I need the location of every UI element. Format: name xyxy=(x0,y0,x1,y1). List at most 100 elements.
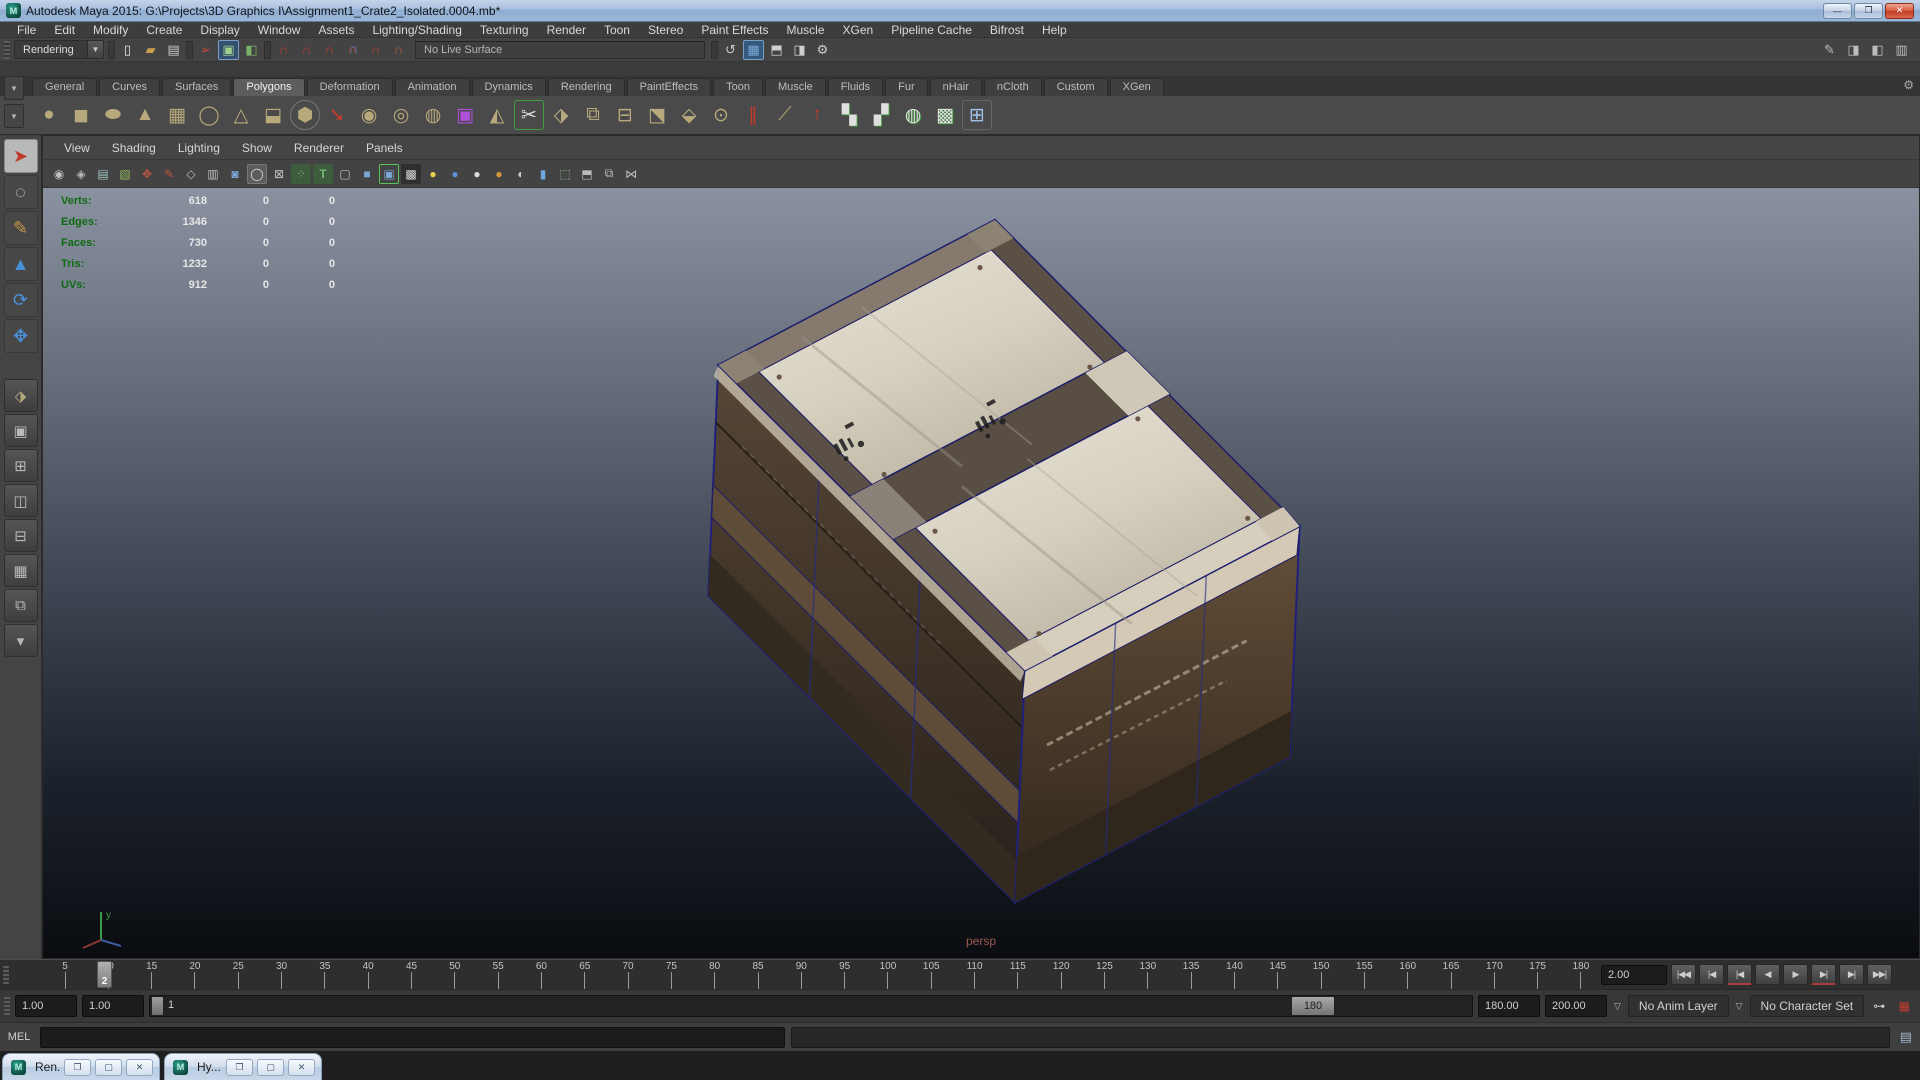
append-polygon-icon[interactable]: ⬗ xyxy=(546,100,576,130)
boolean-union-icon[interactable]: ◉ xyxy=(354,100,384,130)
toolbar-grip[interactable] xyxy=(3,966,9,984)
viewport-canvas[interactable]: Verts: 618 0 0 Edges: 1346 0 0 Faces: 73… xyxy=(43,188,1919,958)
playback-start-field[interactable]: 1.00 xyxy=(82,995,144,1017)
resolution-gate-icon[interactable]: ◙ xyxy=(225,164,245,184)
open-scene-icon[interactable]: ▰ xyxy=(140,40,161,60)
safe-action-icon[interactable]: ⁘ xyxy=(291,164,311,184)
boolean-intersection-icon[interactable]: ◍ xyxy=(418,100,448,130)
menu-item[interactable]: Window xyxy=(249,23,310,37)
menu-item[interactable]: Create xyxy=(137,23,191,37)
shelf-tab[interactable]: Dynamics xyxy=(472,78,546,96)
wireframe-display-icon[interactable]: ▢ xyxy=(335,164,355,184)
outliner-persp-layout-button[interactable]: ◫ xyxy=(4,484,38,517)
shelf-tab-menu-icon[interactable]: ▼ xyxy=(4,76,24,100)
isolate-select-icon[interactable]: ⬚ xyxy=(555,164,575,184)
bevel-icon[interactable]: ⬙ xyxy=(674,100,704,130)
four-pane-layout-button[interactable]: ⊞ xyxy=(4,449,38,482)
poly-sphere-icon[interactable]: ● xyxy=(34,100,64,130)
image-plane-icon[interactable]: ▧ xyxy=(115,164,135,184)
shelf-tab[interactable]: General xyxy=(32,78,97,96)
menu-item[interactable]: Render xyxy=(538,23,595,37)
poly-plane-icon[interactable]: ▦ xyxy=(162,100,192,130)
panel-menu-item[interactable]: Panels xyxy=(355,141,414,155)
safe-title-icon[interactable]: T xyxy=(313,164,333,184)
wireframe-on-shaded-icon[interactable]: ▣ xyxy=(379,164,399,184)
chevron-down-icon[interactable]: ▽ xyxy=(1734,1001,1745,1012)
step-forward-frame-button[interactable]: ▶| xyxy=(1839,964,1864,985)
toolbar-collapser[interactable] xyxy=(186,41,193,59)
title-bar[interactable]: M Autodesk Maya 2015: G:\Projects\3D Gra… xyxy=(0,0,1920,22)
live-surface-field[interactable]: No Live Surface xyxy=(415,41,705,59)
render-view-icon[interactable]: ▦ xyxy=(743,40,764,60)
auto-keyframe-toggle-icon[interactable]: ▦ xyxy=(1894,996,1914,1016)
toolbar-collapser[interactable] xyxy=(264,41,271,59)
go-to-end-button[interactable]: ▶▶| xyxy=(1867,964,1892,985)
anim-layer-selector[interactable]: No Anim Layer xyxy=(1628,995,1729,1017)
extract-icon[interactable]: ⬔ xyxy=(642,100,672,130)
scene-cube-icon[interactable]: ⬒ xyxy=(577,164,597,184)
shelf-tab[interactable]: XGen xyxy=(1110,78,1164,96)
grid-toggle-icon[interactable]: ◇ xyxy=(181,164,201,184)
move-tool[interactable]: ▲ xyxy=(4,247,38,281)
command-line-mode-label[interactable]: MEL xyxy=(4,1031,34,1043)
maximize-window-button[interactable]: ▢ xyxy=(257,1059,284,1076)
separate-icon[interactable]: ⊟ xyxy=(610,100,640,130)
paint-select-tool[interactable]: ✎ xyxy=(4,211,38,245)
shelf-tab[interactable]: Animation xyxy=(395,78,470,96)
poly-platonic-icon[interactable]: ⬢ xyxy=(290,100,320,130)
menu-item[interactable]: Stereo xyxy=(639,23,692,37)
step-forward-key-button[interactable]: ▶| xyxy=(1811,964,1836,985)
playback-end-field[interactable]: 180.00 xyxy=(1478,995,1540,1017)
split-edge-ring-icon[interactable]: ∥ xyxy=(738,100,768,130)
menu-item[interactable]: File xyxy=(8,23,45,37)
play-backwards-button[interactable]: ◀ xyxy=(1755,964,1780,985)
select-object-type-icon[interactable]: ▣ xyxy=(218,40,239,60)
toolbar-collapser[interactable] xyxy=(711,41,718,59)
lasso-select-tool[interactable]: ◌ xyxy=(4,175,38,209)
poly-cone-icon[interactable]: ▲ xyxy=(130,100,160,130)
create-polygon-tool-icon[interactable]: ➘ xyxy=(322,100,352,130)
character-set-selector[interactable]: No Character Set xyxy=(1750,995,1865,1017)
panel-share-icon[interactable]: ⋈ xyxy=(621,164,641,184)
interactive-split-icon[interactable]: ✂ xyxy=(514,100,544,130)
select-camera-icon[interactable]: ◉ xyxy=(49,164,69,184)
panel-menu-item[interactable]: View xyxy=(53,141,101,155)
attribute-editor-toggle-icon[interactable]: ◨ xyxy=(1843,40,1864,60)
boolean-difference-icon[interactable]: ◎ xyxy=(386,100,416,130)
plugin-shading-icon[interactable]: ▮ xyxy=(533,164,553,184)
step-back-key-button[interactable]: |◀ xyxy=(1727,964,1752,985)
film-gate-icon[interactable]: ▥ xyxy=(203,164,223,184)
gate-mask-icon[interactable]: ◯ xyxy=(247,164,267,184)
select-component-type-icon[interactable]: ◧ xyxy=(241,40,262,60)
camera-attributes-icon[interactable]: ◈ xyxy=(71,164,91,184)
uv-texture-editor-icon[interactable]: ⊞ xyxy=(962,100,992,130)
use-all-lights-icon[interactable]: ● xyxy=(423,164,443,184)
toolbar-grip[interactable] xyxy=(4,997,10,1015)
panel-menu-item[interactable]: Renderer xyxy=(283,141,355,155)
menu-item[interactable]: Texturing xyxy=(471,23,538,37)
persp-graph-layout-button[interactable]: ⊟ xyxy=(4,519,38,552)
snap-to-points-icon[interactable]: ∩ xyxy=(319,40,340,60)
poly-pipe-icon[interactable]: ⬓ xyxy=(258,100,288,130)
shelf-tab[interactable]: Deformation xyxy=(307,78,393,96)
shelf-tab[interactable]: Custom xyxy=(1044,78,1108,96)
make-live-icon[interactable]: ∩ xyxy=(388,40,409,60)
go-to-start-button[interactable]: |◀◀ xyxy=(1671,964,1696,985)
chevron-down-icon[interactable]: ▽ xyxy=(1612,1001,1623,1012)
restore-button[interactable]: ❐ xyxy=(1854,3,1883,19)
poly-cylinder-icon[interactable]: ⬬ xyxy=(98,100,128,130)
motion-blur-display-icon[interactable]: ● xyxy=(489,164,509,184)
shelf-tab[interactable]: Curves xyxy=(99,78,160,96)
menu-item[interactable]: Muscle xyxy=(778,23,834,37)
quick-rename-icon[interactable]: ✎ xyxy=(1819,40,1840,60)
channel-box-toggle-icon[interactable]: ▥ xyxy=(1891,40,1912,60)
minimized-window[interactable]: M Hy... ❐ ▢ ✕ xyxy=(164,1053,322,1080)
tool-settings-toggle-icon[interactable]: ◧ xyxy=(1867,40,1888,60)
menu-set-selector[interactable]: Rendering ▼ xyxy=(14,40,104,59)
grease-pencil-icon[interactable]: ✎ xyxy=(159,164,179,184)
toolbar-collapser[interactable] xyxy=(108,41,115,59)
close-window-button[interactable]: ✕ xyxy=(288,1059,315,1076)
playback-range-bar[interactable]: 1 180 xyxy=(149,995,1473,1017)
layout-menu-button[interactable]: ▾ xyxy=(4,624,38,657)
current-time-field[interactable]: 2.00 xyxy=(1601,965,1667,985)
